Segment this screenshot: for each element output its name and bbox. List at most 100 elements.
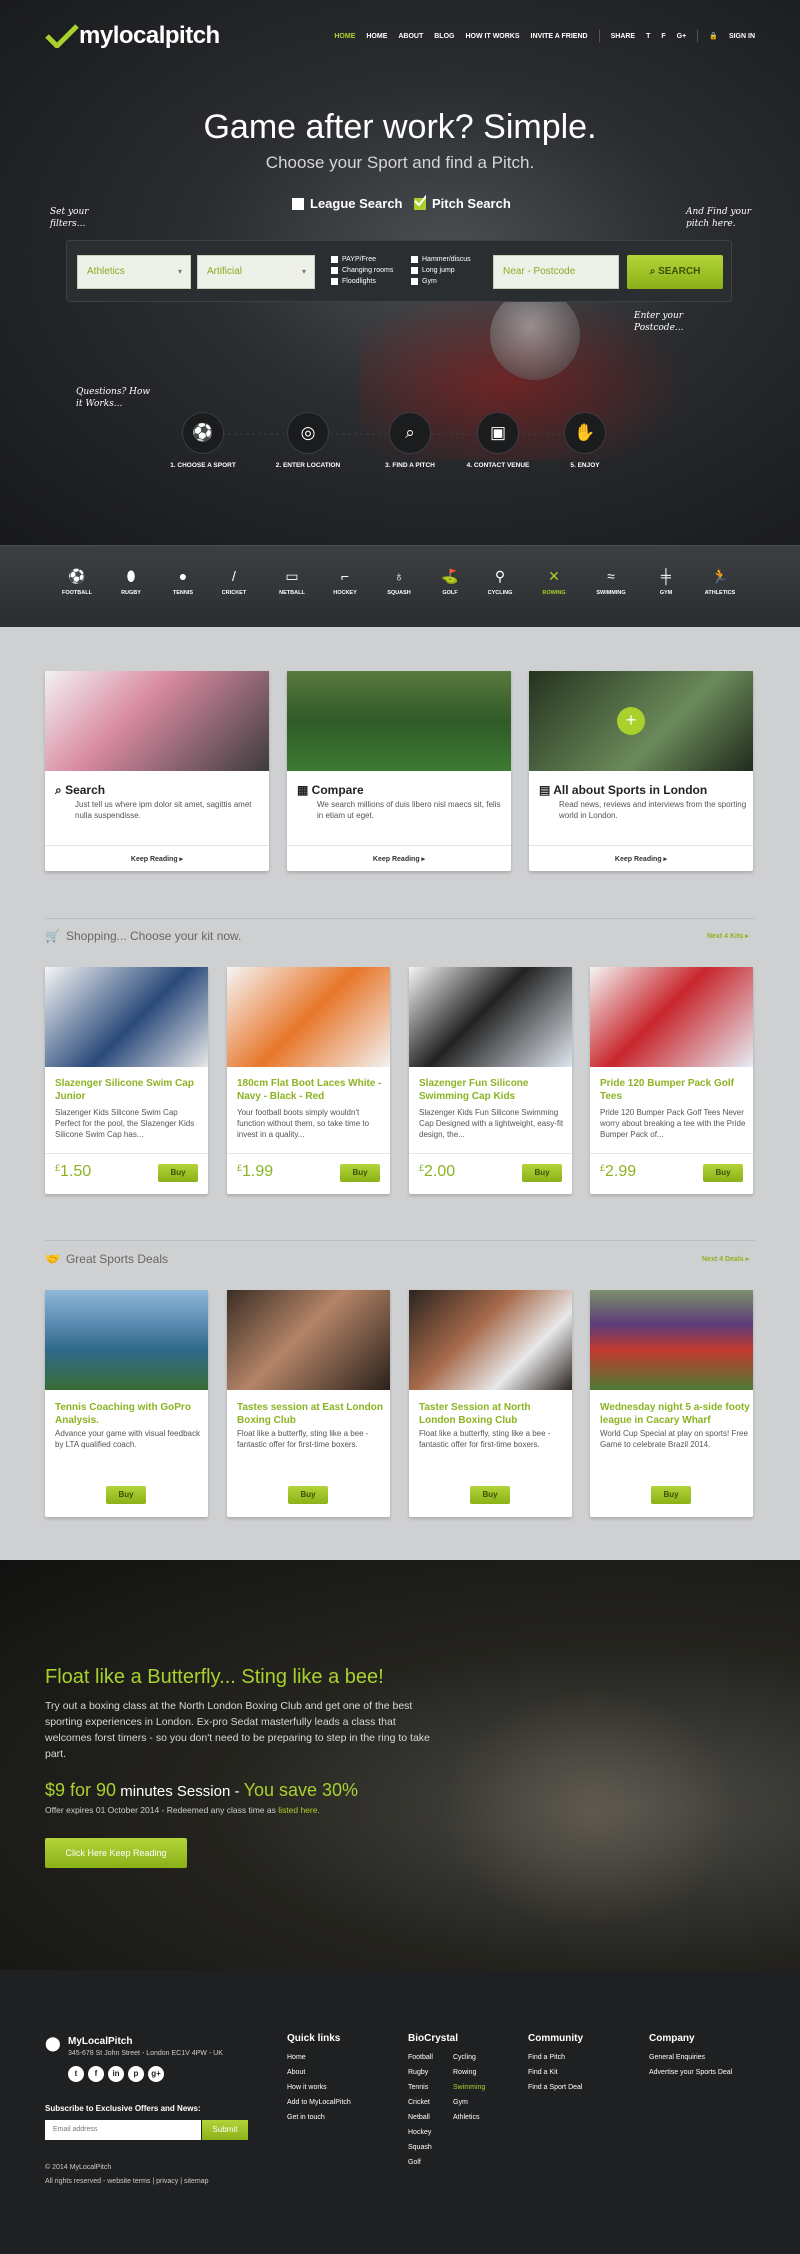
postcode-input[interactable]: Near - Postcode bbox=[493, 255, 619, 289]
nav-home[interactable]: HOME bbox=[334, 33, 355, 40]
checkbox[interactable] bbox=[411, 278, 418, 285]
footer-link[interactable]: About bbox=[287, 2065, 351, 2080]
footer-link[interactable]: Find a Kit bbox=[528, 2065, 582, 2080]
deal-title[interactable]: Tastes session at East London Boxing Clu… bbox=[237, 1401, 387, 1427]
sport-tennis[interactable]: ● TENNIS bbox=[161, 568, 205, 596]
feature-card-all-about[interactable]: + ▤ All about Sports in London Read news… bbox=[529, 671, 753, 871]
logo[interactable]: mylocalpitch bbox=[45, 22, 220, 50]
feature-card-compare[interactable]: ▦ Compare We search millions of duis lib… bbox=[287, 671, 511, 871]
legal-links[interactable]: All rights reserved - website terms | pr… bbox=[45, 2178, 209, 2185]
nav-invite-friend[interactable]: INVITE A FRIEND bbox=[531, 33, 588, 40]
nav-blog[interactable]: BLOG bbox=[434, 33, 454, 40]
pitch-search-checkbox[interactable] bbox=[414, 194, 426, 210]
footer-link[interactable]: How it works bbox=[287, 2080, 351, 2095]
keep-reading-link[interactable]: Keep Reading ▸ bbox=[45, 845, 269, 871]
buy-button[interactable]: Buy bbox=[470, 1486, 510, 1504]
sport-athletics[interactable]: 🏃 ATHLETICS bbox=[698, 568, 742, 596]
product-title[interactable]: 180cm Flat Boot Laces White - Navy - Bla… bbox=[237, 1077, 387, 1103]
product-card[interactable]: Slazenger Silicone Swim Cap Junior Slaze… bbox=[45, 967, 208, 1194]
deal-title[interactable]: Taster Session at North London Boxing Cl… bbox=[419, 1401, 569, 1427]
buy-button[interactable]: Buy bbox=[651, 1486, 691, 1504]
deal-title[interactable]: Wednesday night 5 a-side footy league in… bbox=[600, 1401, 750, 1427]
feature-card-search[interactable]: ⌕ Search Just tell us where ipm dolor si… bbox=[45, 671, 269, 871]
step-choose-sport[interactable]: ⚽ 1. CHOOSE A SPORT bbox=[158, 412, 248, 469]
sport-swimming[interactable]: ≈ SWIMMING bbox=[589, 568, 633, 596]
league-search-checkbox[interactable] bbox=[292, 197, 304, 210]
checkbox[interactable] bbox=[331, 267, 338, 274]
product-title[interactable]: Slazenger Silicone Swim Cap Junior bbox=[55, 1077, 205, 1103]
checkbox[interactable] bbox=[331, 278, 338, 285]
next-kits-link[interactable]: Next 4 Kits ▸ bbox=[707, 932, 749, 940]
buy-button[interactable]: Buy bbox=[106, 1486, 146, 1504]
sport-cricket[interactable]: / CRICKET bbox=[212, 568, 256, 596]
buy-button[interactable]: Buy bbox=[703, 1164, 743, 1182]
google-plus-icon[interactable]: g+ bbox=[148, 2066, 164, 2082]
facebook-icon[interactable]: f bbox=[88, 2066, 104, 2082]
footer-link[interactable]: Rowing bbox=[453, 2065, 485, 2080]
twitter-icon[interactable]: t bbox=[646, 33, 650, 40]
footer-link[interactable]: Tennis bbox=[408, 2080, 433, 2095]
footer-link[interactable]: Home bbox=[287, 2050, 351, 2065]
deal-card[interactable]: Wednesday night 5 a-side footy league in… bbox=[590, 1290, 753, 1517]
footer-link[interactable]: Athletics bbox=[453, 2110, 485, 2125]
footer-link[interactable]: Squash bbox=[408, 2140, 433, 2155]
nav-about[interactable]: ABOUT bbox=[398, 33, 423, 40]
pitch-search-toggle[interactable]: Pitch Search bbox=[414, 194, 511, 211]
checkbox[interactable] bbox=[411, 267, 418, 274]
footer-link[interactable]: Gym bbox=[453, 2095, 485, 2110]
sport-squash[interactable]: ♁ SQUASH bbox=[377, 568, 421, 596]
footer-link-active[interactable]: Swimming bbox=[453, 2080, 485, 2095]
buy-button[interactable]: Buy bbox=[522, 1164, 562, 1182]
twitter-icon[interactable]: t bbox=[68, 2066, 84, 2082]
search-button[interactable]: ⌕ SEARCH bbox=[627, 255, 723, 289]
footer-link[interactable]: Cycling bbox=[453, 2050, 485, 2065]
sport-select[interactable]: Athletics ▾ bbox=[77, 255, 191, 289]
nav-home-2[interactable]: HOME bbox=[366, 33, 387, 40]
deal-card[interactable]: Tennis Coaching with GoPro Analysis. Adv… bbox=[45, 1290, 208, 1517]
buy-button[interactable]: Buy bbox=[288, 1486, 328, 1504]
sport-gym[interactable]: ╪ GYM bbox=[644, 568, 688, 596]
footer-link[interactable]: Cricket bbox=[408, 2095, 433, 2110]
email-input[interactable]: Email address bbox=[45, 2120, 201, 2140]
google-plus-icon[interactable]: g+ bbox=[677, 33, 687, 40]
keep-reading-link[interactable]: Keep Reading ▸ bbox=[529, 845, 753, 871]
sport-football[interactable]: ⚽ FOOTBALL bbox=[55, 568, 99, 596]
footer-link[interactable]: Get in touch bbox=[287, 2110, 351, 2125]
footer-link[interactable]: Hockey bbox=[408, 2125, 433, 2140]
buy-button[interactable]: Buy bbox=[340, 1164, 380, 1182]
footer-link[interactable]: Golf bbox=[408, 2155, 433, 2170]
linkedin-icon[interactable]: in bbox=[108, 2066, 124, 2082]
filter-changing-rooms[interactable]: Changing rooms bbox=[331, 265, 393, 276]
deal-title[interactable]: Tennis Coaching with GoPro Analysis. bbox=[55, 1401, 205, 1427]
filter-floodlights[interactable]: Floodlights bbox=[331, 276, 393, 287]
filter-gym[interactable]: Gym bbox=[411, 276, 471, 287]
step-enjoy[interactable]: ✋ 5. ENJOY bbox=[540, 412, 630, 469]
filter-hammer-discus[interactable]: Hammer/discus bbox=[411, 254, 471, 265]
footer-link[interactable]: Rugby bbox=[408, 2065, 433, 2080]
checkbox[interactable] bbox=[331, 256, 338, 263]
product-card[interactable]: Slazenger Fun Silicone Swimming Cap Kids… bbox=[409, 967, 572, 1194]
footer-link[interactable]: Football bbox=[408, 2050, 433, 2065]
league-search-toggle[interactable]: League Search bbox=[292, 196, 403, 211]
footer-link[interactable]: Find a Sport Deal bbox=[528, 2080, 582, 2095]
listed-here-link[interactable]: listed here. bbox=[278, 1805, 320, 1815]
product-card[interactable]: 180cm Flat Boot Laces White - Navy - Bla… bbox=[227, 967, 390, 1194]
next-deals-link[interactable]: Next 4 Deals ▸ bbox=[702, 1255, 749, 1263]
surface-select[interactable]: Artificial ▾ bbox=[197, 255, 315, 289]
nav-how-it-works[interactable]: HOW IT WORKS bbox=[465, 33, 519, 40]
product-card[interactable]: Pride 120 Bumper Pack Golf Tees Pride 12… bbox=[590, 967, 753, 1194]
product-title[interactable]: Slazenger Fun Silicone Swimming Cap Kids bbox=[419, 1077, 569, 1103]
deal-card[interactable]: Tastes session at East London Boxing Clu… bbox=[227, 1290, 390, 1517]
deal-card[interactable]: Taster Session at North London Boxing Cl… bbox=[409, 1290, 572, 1517]
buy-button[interactable]: Buy bbox=[158, 1164, 198, 1182]
footer-link[interactable]: Netball bbox=[408, 2110, 433, 2125]
product-title[interactable]: Pride 120 Bumper Pack Golf Tees bbox=[600, 1077, 750, 1103]
footer-link[interactable]: Add to MyLocalPitch bbox=[287, 2095, 351, 2110]
pinterest-icon[interactable]: p bbox=[128, 2066, 144, 2082]
sign-in-link[interactable]: SIGN IN bbox=[729, 33, 755, 40]
sport-rowing[interactable]: ✕ ROWING bbox=[532, 568, 576, 596]
footer-link[interactable]: Advertise your Sports Deal bbox=[649, 2065, 732, 2080]
footer-link[interactable]: General Enquiries bbox=[649, 2050, 732, 2065]
submit-button[interactable]: Submit bbox=[202, 2120, 248, 2140]
filter-long-jump[interactable]: Long jump bbox=[411, 265, 471, 276]
